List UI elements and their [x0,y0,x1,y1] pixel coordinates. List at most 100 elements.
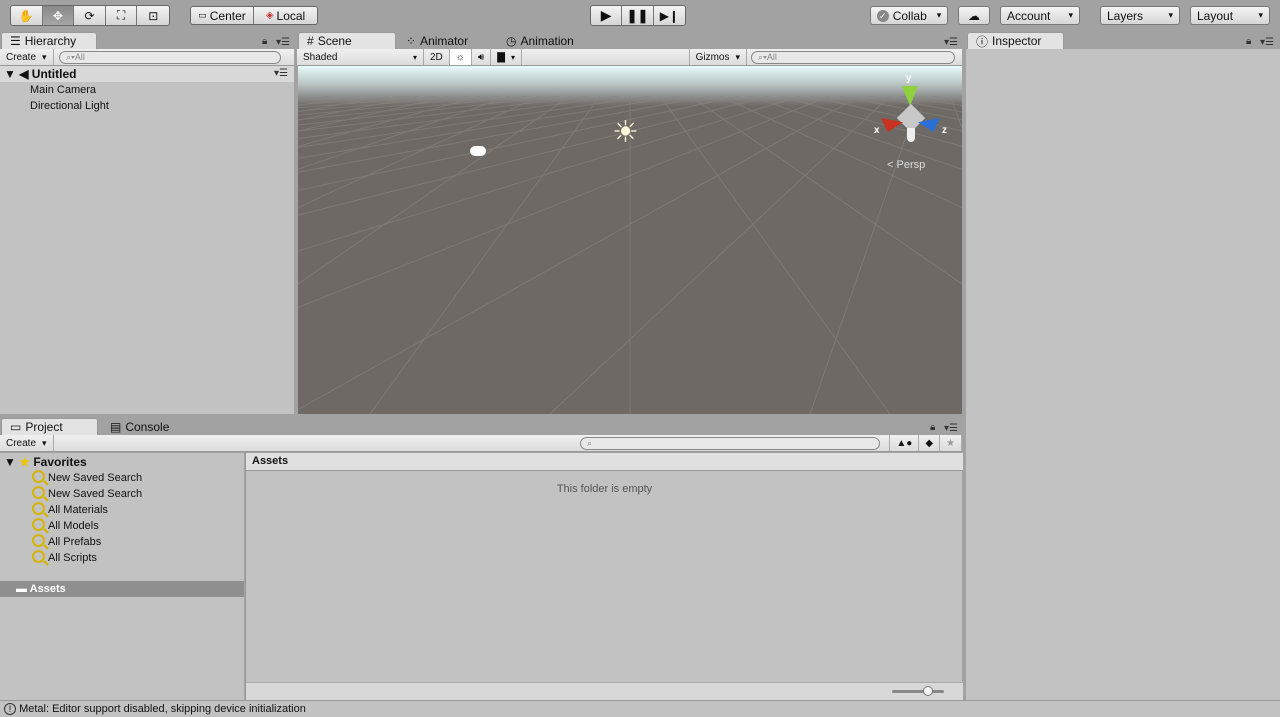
zoom-slider-thumb[interactable] [923,686,934,696]
neg-y-cone[interactable] [907,128,915,142]
favorite-label: New Saved Search [48,488,143,500]
projection-label[interactable]: < Persp [887,159,925,171]
panel-menu-icon[interactable]: ▾☰ [944,423,958,434]
tab-label: Animation [520,33,574,48]
scene-viewport[interactable]: ☀ y x z < Persp [298,66,962,414]
zoom-slider[interactable] [892,686,944,696]
breadcrumb: Assets [246,453,963,471]
account-dropdown[interactable]: Account [1000,6,1080,25]
step-button[interactable]: ▶❙ [653,6,685,25]
cloud-icon: ☁ [968,8,980,23]
transform-tools: ✋ ✥ ⟳ ⛶ ⊡ [10,5,170,26]
shading-label: Shaded [303,51,338,63]
gizmos-label: Gizmos [695,51,730,63]
sun-icon: ☼ [455,51,465,63]
rotate-icon: ⟳ [84,8,95,23]
tab-project[interactable]: ▭ Project [1,418,98,435]
project-search-input[interactable]: ⌕ [580,437,880,450]
pause-button[interactable]: ❚❚ [622,6,654,25]
2d-toggle[interactable]: 2D [424,49,450,65]
tab-animation[interactable]: ◷ Animation [498,32,598,49]
panel-menu-icon[interactable]: ▾☰ [944,37,958,48]
rect-tool-button[interactable]: ⊡ [137,6,169,25]
favorite-item[interactable]: All Materials [32,502,108,518]
filter-label-button[interactable]: ◆ [919,435,941,451]
scene-header[interactable]: ▼ ◀︎ Untitled ▾☰ [0,66,294,82]
scale-icon: ⛶ [116,8,126,22]
favorite-button[interactable]: ★ [940,435,962,451]
lock-icon[interactable]: 🔒︎ [1246,36,1251,47]
favorite-item[interactable]: All Prefabs [32,534,101,550]
project-create-button[interactable]: Create [0,435,54,451]
scene-search-input[interactable]: ⌕▾All [751,51,955,64]
scale-tool-button[interactable]: ⛶ [105,6,138,25]
tab-inspector[interactable]: ⓘ Inspector [967,32,1064,49]
clock-icon: ◷ [506,33,517,48]
pivot-label: Center [209,8,246,23]
star-icon: ★ [19,455,30,469]
play-button[interactable]: ▶ [591,6,623,25]
audio-toggle[interactable]: 🔊︎ [472,49,492,65]
move-tool-button[interactable]: ✥ [42,6,75,25]
favorites-header[interactable]: ▼ ★ Favorites [4,454,87,470]
tab-console[interactable]: ▤ Console [102,418,192,435]
layers-dropdown[interactable]: Layers [1100,6,1180,25]
favorite-item[interactable]: All Models [32,518,99,534]
status-message[interactable]: Metal: Editor support disabled, skipping… [19,703,306,715]
local-cube-icon: ◈ [265,10,274,21]
grid-line [549,95,891,414]
tag-icon: ◆ [925,437,934,449]
filter-type-button[interactable]: ▲● [889,435,920,451]
cloud-button[interactable]: ☁ [958,6,990,25]
directional-light-gizmo[interactable]: ☀ [612,118,639,148]
playback-controls: ▶ ❚❚ ▶❙ [590,5,686,26]
search-icon [32,534,45,547]
hierarchy-search-input[interactable]: ⌕▾All [59,51,281,64]
hierarchy-item-main-camera[interactable]: Main Camera [30,82,96,98]
favorite-item[interactable]: New Saved Search [32,486,142,502]
favorite-item[interactable]: All Scripts [32,550,97,566]
tab-label: Inspector [992,34,1042,48]
panel-menu-icon[interactable]: ▾☰ [1260,37,1274,48]
camera-gizmo[interactable] [470,146,486,156]
console-icon: ▤ [110,419,122,434]
search-icon [32,470,45,483]
move-icon: ✥ [52,8,63,23]
account-label: Account [1007,8,1051,23]
search-placeholder: All [766,52,777,62]
favorite-label: New Saved Search [48,472,143,484]
z-axis-label: z [942,125,947,136]
space-label: Local [276,8,306,23]
tab-scene[interactable]: # Scene [298,32,396,49]
scene-name: Untitled [31,67,77,81]
grid-line [298,95,831,309]
hierarchy-create-button[interactable]: Create [0,49,54,65]
pivot-center-button[interactable]: ▭ Center [191,7,255,24]
assets-label: Assets [29,583,66,595]
breadcrumb-assets[interactable]: Assets [252,455,288,467]
image-icon: ▇ [497,51,505,63]
projection-text: Persp [896,159,926,171]
panel-menu-icon[interactable]: ▾☰ [276,37,290,48]
effects-dropdown[interactable]: ▇ ▾ [491,49,522,65]
pivot-local-button[interactable]: ◈ Local [254,7,317,24]
tab-animator[interactable]: ⁘ Animator [398,32,498,49]
orientation-gizmo[interactable]: y x z [873,73,953,156]
lock-icon[interactable]: 🔒︎ [930,422,935,433]
favorites-label: Favorites [33,455,87,469]
shading-dropdown[interactable]: Shaded ▾ [297,49,424,65]
lock-icon[interactable]: 🔒︎ [262,36,267,47]
hierarchy-item-directional-light[interactable]: Directional Light [30,98,109,114]
hand-tool-button[interactable]: ✋ [11,6,43,25]
tab-hierarchy[interactable]: ☰ Hierarchy [1,32,97,49]
lighting-toggle[interactable]: ☼ [449,49,472,65]
favorite-item[interactable]: New Saved Search [32,470,142,486]
scene-menu-icon[interactable]: ▾☰ [274,66,288,82]
rotate-tool-button[interactable]: ⟳ [74,6,106,25]
collab-dropdown[interactable]: ✓ Collab [870,6,948,25]
layout-dropdown[interactable]: Layout [1190,6,1270,25]
tab-label: Animator [420,33,469,48]
gizmos-dropdown[interactable]: Gizmos [688,49,747,65]
favorite-label: All Scripts [48,552,97,564]
assets-folder-item[interactable]: ▬ Assets [0,581,244,597]
